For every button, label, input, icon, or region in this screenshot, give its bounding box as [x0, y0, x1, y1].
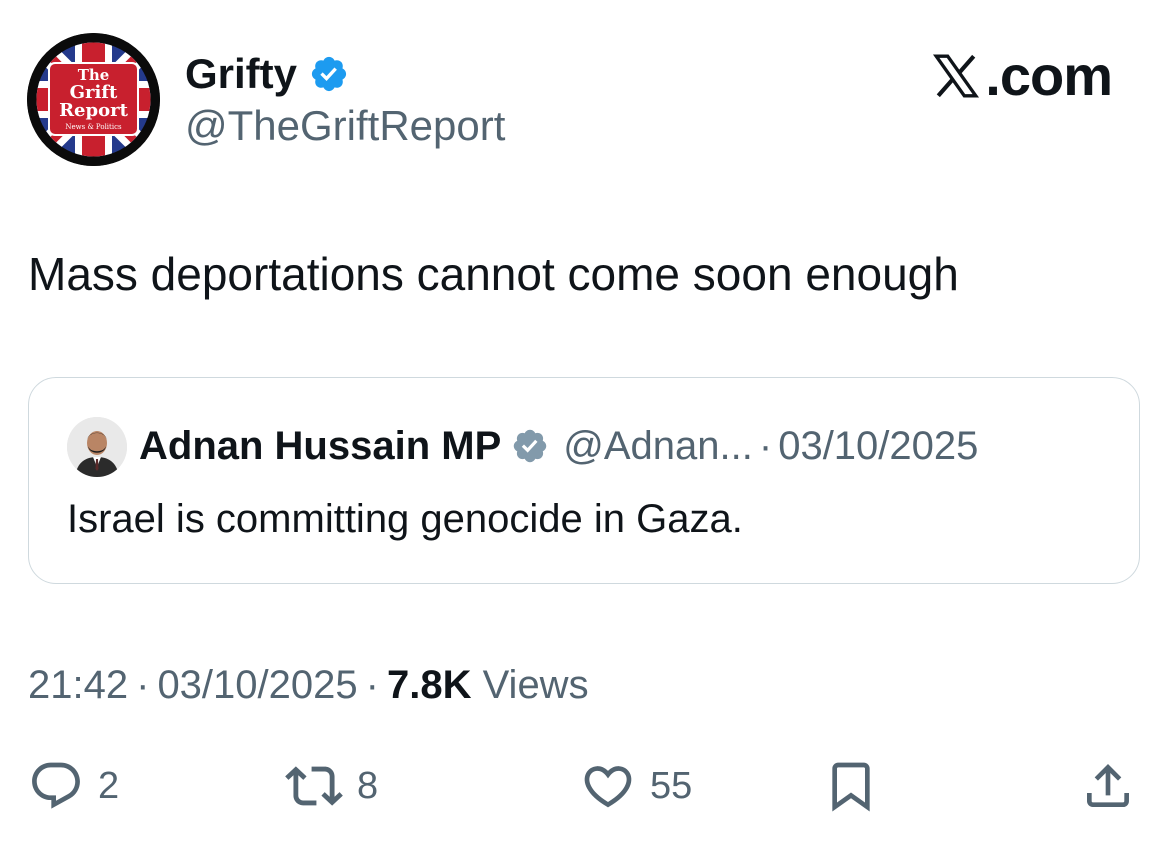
grift-report-logo: The Grift Report News & Politics [27, 33, 160, 166]
reply-button[interactable]: 2 [28, 758, 119, 814]
author-handle[interactable]: @TheGriftReport [185, 100, 505, 152]
x-com-logo: .com [930, 44, 1113, 108]
tweet-screenshot: The Grift Report News & Politics Grifty … [0, 0, 1169, 845]
quoted-author-handle[interactable]: @Adnan... [563, 424, 753, 469]
like-button[interactable]: 55 [580, 758, 692, 814]
person-photo-icon [67, 417, 127, 477]
heart-icon [584, 766, 632, 808]
author-display-name[interactable]: Grifty [185, 48, 297, 100]
meta-separator: · [365, 663, 379, 707]
repost-count: 8 [357, 764, 379, 807]
bookmark-icon [832, 762, 870, 812]
tweet-meta: 21:42 · 03/10/2025 · 7.8K Views [28, 658, 589, 712]
quoted-tweet-card[interactable]: Adnan Hussain MP @Adnan... · 03/10/2025 … [28, 377, 1140, 584]
x-logo-icon [933, 54, 980, 98]
quoted-tweet-date[interactable]: 03/10/2025 [778, 424, 978, 469]
views-label: Views [482, 663, 589, 707]
verified-badge-grey-icon [514, 429, 547, 463]
repost-button[interactable]: 8 [285, 758, 378, 814]
quoted-author-avatar[interactable] [67, 417, 127, 477]
bookmark-button[interactable] [823, 758, 879, 814]
quoted-tweet-text: Israel is committing genocide in Gaza. [67, 497, 743, 541]
verified-badge-icon [311, 56, 347, 92]
reply-count: 2 [98, 764, 120, 807]
author-avatar[interactable]: The Grift Report News & Politics [27, 33, 160, 166]
share-icon [1087, 764, 1129, 807]
like-count: 55 [650, 764, 693, 807]
avatar-text-line4: News & Politics [65, 123, 122, 131]
reply-icon [32, 762, 80, 809]
tweet-text: Mass deportations cannot come soon enoug… [28, 248, 959, 300]
author-name-row[interactable]: Grifty [185, 48, 349, 100]
quoted-tweet-header: Adnan Hussain MP @Adnan... · 03/10/2025 [139, 418, 978, 474]
x-com-text: .com [985, 44, 1113, 107]
repost-icon [285, 766, 343, 806]
share-button[interactable] [1080, 758, 1136, 814]
tweet-time[interactable]: 21:42 [28, 663, 128, 707]
views-count: 7.8K [386, 663, 472, 707]
quoted-author-name[interactable]: Adnan Hussain MP [139, 424, 501, 469]
quoted-separator: · [758, 423, 773, 468]
tweet-date[interactable]: 03/10/2025 [157, 663, 357, 707]
meta-separator: · [136, 663, 150, 707]
avatar-text-line3: Report [59, 100, 128, 121]
